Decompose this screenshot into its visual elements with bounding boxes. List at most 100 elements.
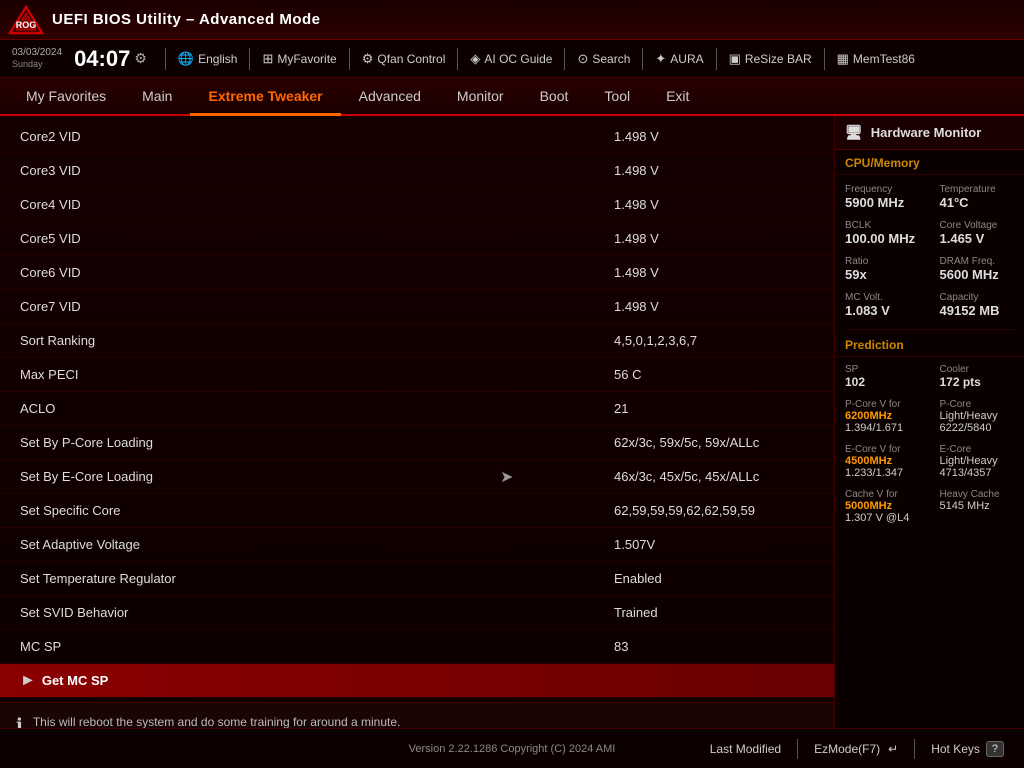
- cache-v-sub: 1.307 V @L4: [845, 512, 920, 524]
- setting-value-pcore-loading: 62x/3c, 59x/5c, 59x/ALLc: [614, 435, 814, 450]
- setting-row-temp-regulator[interactable]: Set Temperature Regulator Enabled: [0, 562, 834, 596]
- nav-resizebar[interactable]: ▣ ReSize BAR: [723, 51, 818, 67]
- setting-row-adaptive-voltage[interactable]: Set Adaptive Voltage 1.507V: [0, 528, 834, 562]
- hotkeys-button[interactable]: Hot Keys ?: [931, 741, 1004, 757]
- sp-label: SP: [845, 364, 920, 375]
- divider-2: [249, 48, 250, 70]
- tab-exit[interactable]: Exit: [648, 78, 707, 116]
- cache-v-cell: Cache V for 5000MHz 1.307 V @L4: [835, 486, 930, 527]
- info-icon: ℹ: [16, 715, 23, 728]
- setting-label-temp-regulator: Set Temperature Regulator: [20, 571, 614, 586]
- settings-icon[interactable]: ⚙: [134, 50, 147, 67]
- tab-my-favorites[interactable]: My Favorites: [8, 78, 124, 116]
- aioc-icon: ◈: [470, 51, 480, 67]
- pcore-lh-label: P-Core: [940, 399, 1015, 410]
- hotkeys-label: Hot Keys: [931, 742, 980, 756]
- heavy-cache-label: Heavy Cache: [940, 489, 1015, 500]
- setting-label-max-peci: Max PECI: [20, 367, 614, 382]
- ecore-lh-extra: 4713/4357: [940, 467, 1015, 479]
- setting-row-core6vid[interactable]: Core6 VID 1.498 V: [0, 256, 834, 290]
- search-label: Search: [592, 52, 630, 66]
- prediction-pcore-row: P-Core V for 6200MHz 1.394/1.671 P-Core …: [835, 392, 1024, 437]
- core-voltage-label: Core Voltage: [940, 220, 1015, 231]
- tab-main[interactable]: Main: [124, 78, 190, 116]
- setting-row-core7vid[interactable]: Core7 VID 1.498 V: [0, 290, 834, 324]
- resizebar-label: ReSize BAR: [745, 52, 812, 66]
- capacity-value: 49152 MB: [940, 303, 1015, 318]
- setting-row-ecore-loading[interactable]: Set By E-Core Loading 46x/3c, 45x/5c, 45…: [0, 460, 834, 494]
- divider-8: [824, 48, 825, 70]
- nav-aioc[interactable]: ◈ AI OC Guide: [464, 51, 558, 67]
- pcore-v-sub: 1.394/1.671: [845, 422, 920, 434]
- tab-extreme-tweaker[interactable]: Extreme Tweaker: [190, 78, 340, 116]
- tab-monitor[interactable]: Monitor: [439, 78, 522, 116]
- setting-value-specific-core: 62,59,59,59,62,62,59,59: [614, 503, 814, 518]
- capacity-label: Capacity: [940, 292, 1015, 303]
- nav-memtest[interactable]: ▦ MemTest86: [831, 51, 921, 67]
- setting-row-mc-sp[interactable]: MC SP 83: [0, 630, 834, 664]
- setting-row-specific-core[interactable]: Set Specific Core 62,59,59,59,62,62,59,5…: [0, 494, 834, 528]
- setting-value-core6vid: 1.498 V: [614, 265, 814, 280]
- hw-monitor-header: 🖥 Hardware Monitor: [835, 116, 1024, 150]
- setting-row-pcore-loading[interactable]: Set By P-Core Loading 62x/3c, 59x/5c, 59…: [0, 426, 834, 460]
- setting-label-ecore-loading: Set By E-Core Loading: [20, 469, 614, 484]
- tab-advanced[interactable]: Advanced: [341, 78, 439, 116]
- setting-row-core4vid[interactable]: Core4 VID 1.498 V: [0, 188, 834, 222]
- nav-qfan[interactable]: ⚙ Qfan Control: [356, 51, 452, 67]
- setting-row-core5vid[interactable]: Core5 VID 1.498 V: [0, 222, 834, 256]
- ecore-v-freq: 4500MHz: [845, 455, 920, 467]
- prediction-cache-row: Cache V for 5000MHz 1.307 V @L4 Heavy Ca…: [835, 482, 1024, 527]
- bclk-label: BCLK: [845, 220, 920, 231]
- setting-label-get-mc-sp: Get MC SP: [42, 673, 814, 688]
- settings-list: Core2 VID 1.498 V Core3 VID 1.498 V Core…: [0, 116, 834, 702]
- dram-freq-label: DRAM Freq.: [940, 256, 1015, 267]
- arrow-icon: ►: [20, 672, 36, 690]
- last-modified-button[interactable]: Last Modified: [710, 742, 781, 756]
- setting-row-svid-behavior[interactable]: Set SVID Behavior Trained: [0, 596, 834, 630]
- nav-tabs-bar: My Favorites Main Extreme Tweaker Advanc…: [0, 78, 1024, 116]
- divider-4: [457, 48, 458, 70]
- tab-tool[interactable]: Tool: [586, 78, 648, 116]
- setting-row-core2vid[interactable]: Core2 VID 1.498 V: [0, 120, 834, 154]
- nav-english[interactable]: 🌐 English: [172, 51, 244, 67]
- settings-panel: Core2 VID 1.498 V Core3 VID 1.498 V Core…: [0, 116, 834, 728]
- setting-row-max-peci[interactable]: Max PECI 56 C: [0, 358, 834, 392]
- aura-icon: ✦: [655, 51, 666, 67]
- english-icon: 🌐: [178, 51, 194, 67]
- frequency-value: 5900 MHz: [845, 195, 920, 210]
- setting-row-core3vid[interactable]: Core3 VID 1.498 V: [0, 154, 834, 188]
- ezmode-button[interactable]: EzMode(F7) ↵: [814, 742, 898, 756]
- divider-3: [349, 48, 350, 70]
- frequency-label: Frequency: [845, 184, 920, 195]
- frequency-cell: Frequency 5900 MHz: [835, 179, 930, 215]
- main-content: Core2 VID 1.498 V Core3 VID 1.498 V Core…: [0, 116, 1024, 728]
- tab-boot[interactable]: Boot: [522, 78, 587, 116]
- cache-v-label: Cache V for: [845, 489, 920, 500]
- version-text: Version 2.22.1286 Copyright (C) 2024 AMI: [409, 743, 616, 755]
- temperature-label: Temperature: [940, 184, 1015, 195]
- setting-row-sort-ranking[interactable]: Sort Ranking 4,5,0,1,2,3,6,7: [0, 324, 834, 358]
- date-display: 03/03/2024: [12, 47, 62, 59]
- setting-value-core4vid: 1.498 V: [614, 197, 814, 212]
- day-display: Sunday: [12, 59, 62, 70]
- setting-label-core2vid: Core2 VID: [20, 129, 614, 144]
- setting-label-sort-ranking: Sort Ranking: [20, 333, 614, 348]
- cache-v-freq: 5000MHz: [845, 500, 920, 512]
- myfavorite-icon: ⊞: [262, 51, 273, 67]
- setting-label-core6vid: Core6 VID: [20, 265, 614, 280]
- setting-value-core3vid: 1.498 V: [614, 163, 814, 178]
- nav-aura[interactable]: ✦ AURA: [649, 51, 709, 67]
- last-modified-label: Last Modified: [710, 742, 781, 756]
- setting-label-core7vid: Core7 VID: [20, 299, 614, 314]
- core-voltage-cell: Core Voltage 1.465 V: [930, 215, 1024, 251]
- aura-label: AURA: [670, 52, 703, 66]
- nav-search[interactable]: ⊙ Search: [571, 51, 636, 67]
- setting-row-get-mc-sp[interactable]: ► Get MC SP: [0, 664, 834, 698]
- setting-row-aclo[interactable]: ACLO 21: [0, 392, 834, 426]
- dram-freq-cell: DRAM Freq. 5600 MHz: [930, 251, 1024, 287]
- temperature-cell: Temperature 41°C: [930, 179, 1024, 215]
- bottom-bar: Version 2.22.1286 Copyright (C) 2024 AMI…: [0, 728, 1024, 768]
- nav-myfavorite[interactable]: ⊞ MyFavorite: [256, 51, 342, 67]
- english-label: English: [198, 52, 237, 66]
- capacity-cell: Capacity 49152 MB: [930, 287, 1024, 323]
